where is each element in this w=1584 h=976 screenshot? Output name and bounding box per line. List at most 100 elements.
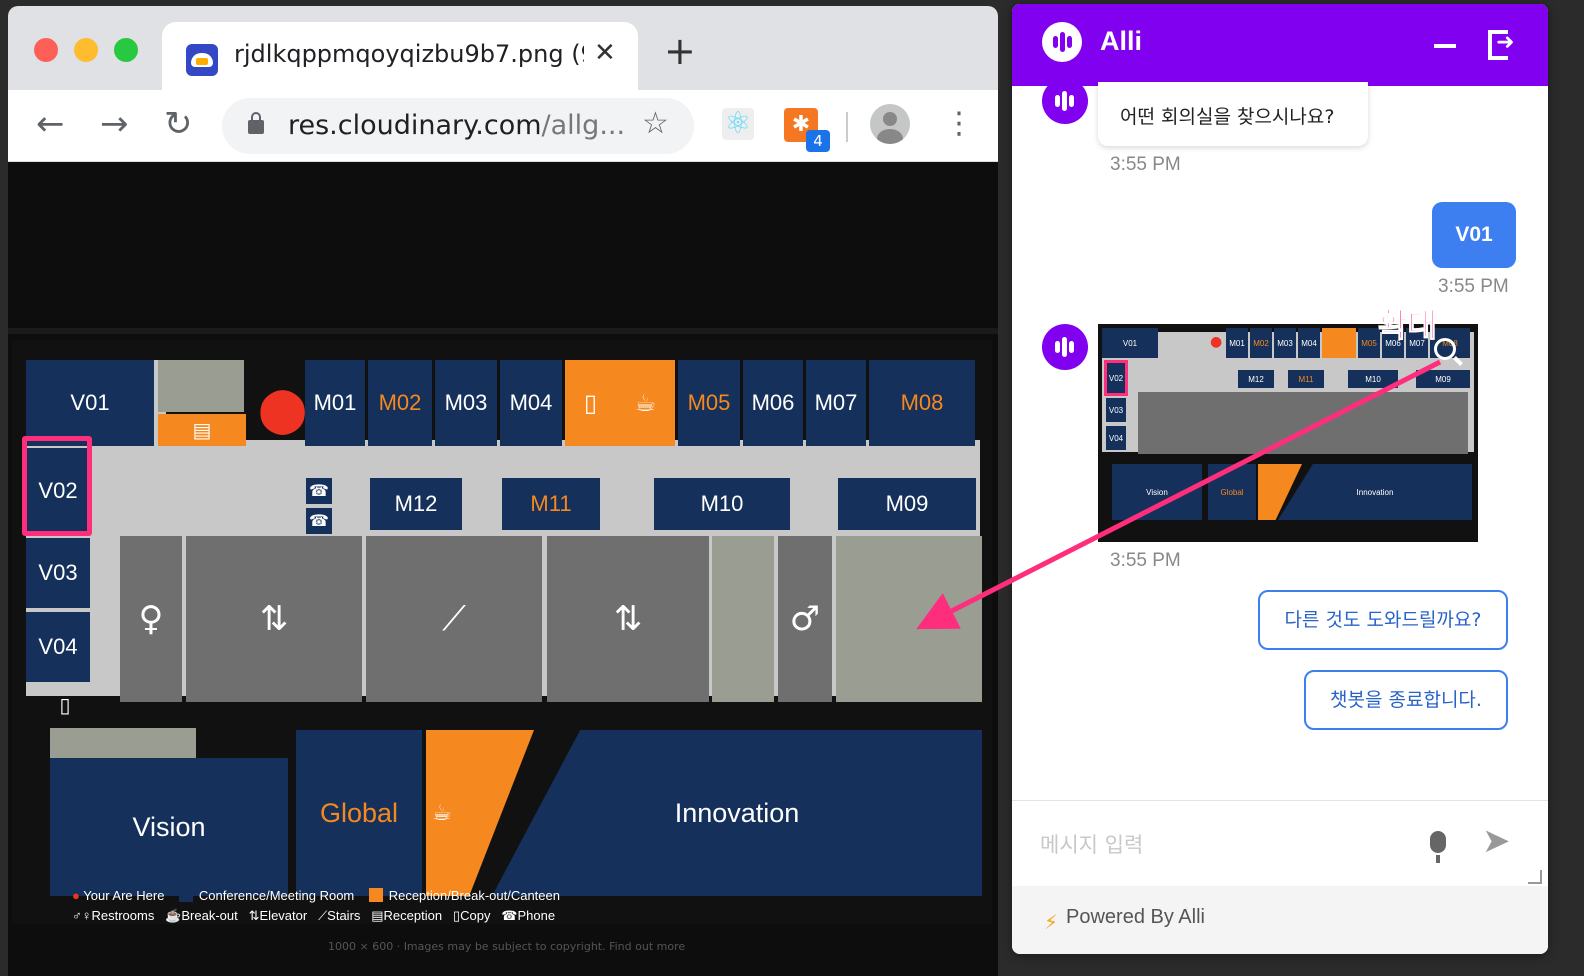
exit-icon[interactable] — [1488, 30, 1514, 60]
reception-desk-icon: ▤ — [158, 414, 246, 446]
browser-tab[interactable]: rjdlkqppmqoyqizbu9b7.png (99 ✕ — [162, 22, 638, 90]
elevator-icon: ⇅ — [186, 536, 362, 702]
room-innovation: Innovation — [492, 730, 982, 896]
bookmark-star-icon[interactable]: ☆ — [642, 106, 669, 141]
forward-arrow-icon[interactable]: → — [100, 104, 129, 144]
url-host: res.cloudinary.com — [288, 110, 542, 141]
room-v03: V03 — [26, 538, 90, 608]
room-m08: M08 — [869, 360, 975, 446]
zoom-in-icon[interactable] — [1434, 338, 1456, 360]
elevator-icon: ⇅ — [248, 908, 260, 923]
maximize-window-button[interactable] — [114, 38, 138, 62]
room-m12: M12 — [370, 478, 462, 530]
send-icon[interactable]: ➤ — [1482, 821, 1511, 861]
legend-reception: Reception — [383, 908, 443, 923]
new-tab-button[interactable]: + — [664, 32, 696, 70]
url-text[interactable]: res.cloudinary.com/allg... — [288, 110, 625, 141]
phone-icon: ☎ — [306, 478, 332, 504]
phone-icon: ☎ — [306, 508, 332, 534]
resize-handle[interactable] — [1528, 870, 1542, 884]
service-core — [712, 536, 774, 702]
legend-row-2: ♂♀Restrooms ☕Break-out ⇅Elevator ⟋Stairs… — [72, 908, 555, 924]
service-area — [158, 360, 244, 412]
room-m07: M07 — [806, 360, 866, 446]
powered-by-footer: ⚡ Powered By Alli — [1012, 886, 1548, 954]
chat-input-area: ➤ — [1012, 800, 1548, 886]
room-vision: Vision — [50, 758, 288, 896]
quick-reply-end-chat[interactable]: 챗봇을 종료합니다. — [1304, 670, 1508, 730]
legend-stairs: Stairs — [327, 908, 361, 923]
floor-plan-image: V01 ▤ ⬤ M01 M02 M03 M04 ▯ ☕ M05 M06 M07 M… — [12, 340, 992, 924]
minimize-icon[interactable] — [1434, 44, 1456, 48]
service-area-right — [836, 536, 982, 702]
room-m06: M06 — [743, 360, 803, 446]
legend-copy: Copy — [460, 908, 491, 923]
image-viewer: V01 ▤ ⬤ M01 M02 M03 M04 ▯ ☕ M05 M06 M07 M… — [8, 162, 998, 976]
thumbnail-v02-highlight — [1104, 360, 1128, 396]
profile-avatar-icon[interactable] — [870, 104, 910, 144]
room-v01: V01 — [26, 360, 154, 446]
more-menu-icon[interactable]: ⋮ — [944, 104, 974, 144]
quick-reply-more-help[interactable]: 다른 것도 도와드릴까요? — [1258, 590, 1508, 650]
back-arrow-icon[interactable]: ← — [36, 104, 65, 144]
room-m10: M10 — [654, 478, 790, 530]
restroom-icon: ♂♀ — [72, 908, 92, 923]
legend-breakout: Break-out — [181, 908, 238, 923]
room-m09: M09 — [838, 478, 976, 530]
image-footer-text: 1000 × 600 · Images may be subject to co… — [328, 940, 686, 953]
bot-avatar-icon — [1042, 324, 1088, 370]
chat-header: Alli — [1012, 4, 1548, 86]
conference-swatch — [178, 888, 193, 902]
url-path: /allg... — [541, 110, 626, 141]
copy-icon: ▯ — [59, 693, 71, 717]
coffee-cup-icon: ☕ — [634, 389, 657, 417]
minimize-window-button[interactable] — [74, 38, 98, 62]
room-m01: M01 — [305, 360, 365, 446]
tab-bar: rjdlkqppmqoyqizbu9b7.png (99 ✕ + — [8, 6, 998, 90]
room-m05: M05 — [678, 360, 740, 446]
legend-conference: Conference/Meeting Room — [198, 888, 355, 903]
stairs-icon: ⟋ — [318, 908, 328, 923]
bot-avatar-icon — [1042, 78, 1088, 124]
browser-window: rjdlkqppmqoyqizbu9b7.png (99 ✕ + ← → ↻ r… — [8, 6, 998, 976]
room-m02: M02 — [368, 360, 432, 446]
microphone-icon[interactable] — [1430, 831, 1446, 863]
message-input[interactable] — [1040, 825, 1400, 865]
stairs-icon: ⟋ — [366, 536, 542, 702]
react-devtools-extension-icon[interactable]: ⚛ — [722, 108, 754, 140]
timestamp: 3:55 PM — [1438, 276, 1509, 297]
room-m11: M11 — [502, 478, 600, 530]
reception-icon: ▤ — [371, 908, 384, 923]
legend-reception-breakout: Reception/Break-out/Canteen — [388, 888, 560, 903]
room-global: Global — [296, 730, 422, 896]
elevator-icon: ⇅ — [547, 536, 709, 702]
legend-row-1: ● Your Are Here Conference/Meeting Room … — [72, 888, 560, 903]
toolbar-separator — [846, 112, 848, 142]
restroom-men-icon: ♂ — [778, 536, 832, 702]
restroom-women-icon: ♀ — [120, 536, 182, 702]
copy-icon: ▯ — [583, 389, 598, 417]
legend-phone: Phone — [517, 908, 556, 923]
room-m04: M04 — [500, 360, 562, 446]
reload-icon[interactable]: ↻ — [164, 104, 193, 144]
lightning-icon: ⚡ — [1044, 910, 1059, 934]
viewer-band — [8, 328, 998, 334]
you-are-here-pin-icon: ⬤ — [258, 384, 308, 435]
room-m03: M03 — [435, 360, 497, 446]
pin-icon: ● — [72, 888, 80, 903]
zoom-annotation: 확대 — [1378, 306, 1438, 345]
tab-close-icon[interactable]: ✕ — [594, 38, 616, 68]
legend-here: Your Are Here — [83, 888, 165, 903]
alli-logo-icon — [1042, 22, 1082, 62]
legend-restrooms: Restrooms — [91, 908, 155, 923]
address-bar[interactable]: res.cloudinary.com/allg... ☆ — [222, 98, 694, 154]
coffee-icon: ☕ — [165, 908, 182, 923]
v02-highlight-box — [22, 436, 92, 536]
breakout-area: ▯ ☕ — [565, 360, 675, 446]
tab-title: rjdlkqppmqoyqizbu9b7.png (99 — [234, 40, 584, 68]
extension-badge: 4 — [806, 130, 830, 152]
user-message: V01 — [1432, 202, 1516, 268]
chat-title: Alli — [1100, 26, 1143, 56]
floor-plan-thumbnail[interactable]: V01 ● M01 M02 M03 M04 M05 M06 M07 M08 V0… — [1098, 324, 1478, 542]
close-window-button[interactable] — [34, 38, 58, 62]
